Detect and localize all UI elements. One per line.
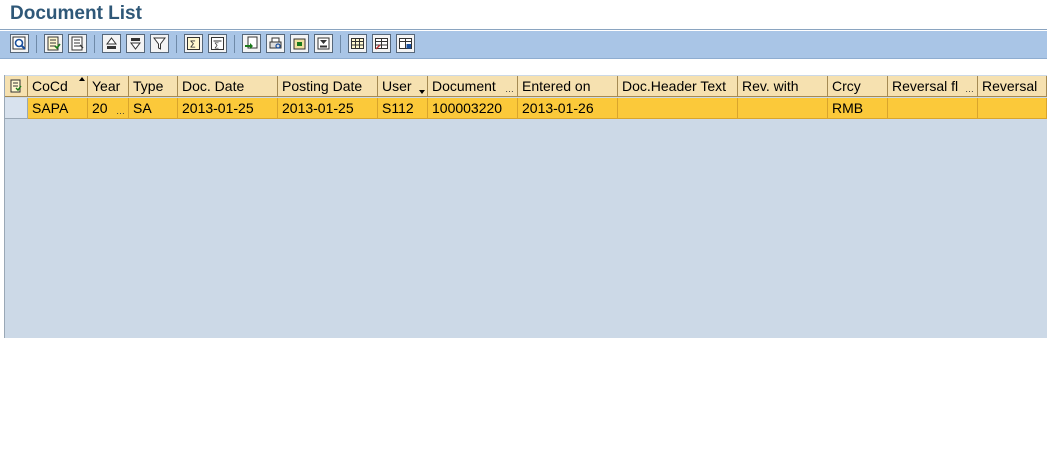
column-header-doc-date[interactable]: Doc. Date [178, 76, 278, 97]
column-header-user[interactable]: User [378, 76, 428, 97]
filter-icon [153, 37, 166, 50]
magnifier-detail-icon [12, 36, 26, 50]
column-header-label: User [382, 78, 412, 94]
table-cell[interactable] [888, 98, 978, 119]
filter-button[interactable] [150, 34, 169, 53]
application-toolbar: Σ Σ [0, 31, 1047, 59]
column-header-cocd[interactable]: CoCd [28, 76, 88, 97]
select-layout-icon [375, 38, 388, 50]
toolbar-separator [36, 35, 37, 53]
column-header-label: Doc. Date [182, 78, 245, 94]
column-header-label: Type [133, 78, 164, 94]
sort-descending-icon [130, 38, 141, 50]
column-header-doc-header-text[interactable]: Doc.Header Text [618, 76, 738, 97]
subtotal-button[interactable]: Σ [208, 34, 227, 53]
column-header-rev-with[interactable]: Rev. with [738, 76, 828, 97]
toolbar-separator [94, 35, 95, 53]
select-all-rows-icon [10, 79, 22, 93]
svg-text:Σ: Σ [190, 40, 196, 51]
table-cell[interactable]: SAPA [28, 98, 88, 119]
sort-ascending-button[interactable] [102, 34, 121, 53]
column-header-label: Crcy [832, 78, 861, 94]
deselect-all-button[interactable] [68, 34, 87, 53]
column-header-year[interactable]: Year [88, 76, 129, 97]
svg-text:Σ: Σ [214, 42, 219, 51]
table-cell[interactable]: 100003220 [428, 98, 518, 119]
table-cell[interactable]: 2013-01-25 [278, 98, 378, 119]
column-header-label: Year [92, 78, 121, 94]
table-cell[interactable]: RMB [828, 98, 888, 119]
select-layout-button[interactable] [372, 34, 391, 53]
toolbar-separator [176, 35, 177, 53]
export-button[interactable] [242, 34, 261, 53]
column-header-label: Reversal [982, 78, 1038, 94]
save-layout-icon [399, 38, 412, 49]
sort-ascending-icon [106, 37, 117, 49]
local-file-icon [293, 38, 306, 50]
column-header-reversal[interactable]: Reversal [978, 76, 1047, 97]
table-cell[interactable] [978, 98, 1047, 119]
total-button[interactable]: Σ [184, 34, 203, 53]
page-title: Document List [10, 3, 142, 24]
toolbar-separator [234, 35, 235, 53]
abc-analysis-icon [317, 37, 330, 50]
column-header-reversal-flag[interactable]: Reversal fl … [888, 76, 978, 97]
sort-descending-indicator-icon [419, 90, 425, 94]
select-all-rows-button[interactable] [5, 76, 28, 97]
column-header-label: Reversal fl [892, 78, 959, 94]
abc-analysis-button[interactable] [314, 34, 333, 53]
export-icon [245, 36, 258, 49]
column-header-document[interactable]: Document … [428, 76, 518, 97]
truncation-indicator: … [965, 84, 974, 94]
column-header-entered-on[interactable]: Entered on [518, 76, 618, 97]
column-header-posting-date[interactable]: Posting Date [278, 76, 378, 97]
column-header-label: Posting Date [282, 78, 363, 94]
title-bar: Document List [0, 0, 1047, 30]
table-cell[interactable]: 2013-01-25 [178, 98, 278, 119]
sort-descending-button[interactable] [126, 34, 145, 53]
cell-value: 20 [92, 100, 108, 116]
table-cell[interactable]: S112 [378, 98, 428, 119]
total-icon: Σ [187, 37, 200, 51]
row-selector-button[interactable] [5, 98, 28, 119]
toolbar-separator [340, 35, 341, 53]
save-layout-button[interactable] [396, 34, 415, 53]
table-cell[interactable]: 20 … [88, 98, 129, 119]
sort-ascending-indicator-icon [79, 77, 85, 81]
change-layout-button[interactable] [348, 34, 367, 53]
select-all-button[interactable] [44, 34, 63, 53]
subtotal-icon: Σ [211, 37, 224, 51]
table-cell[interactable] [618, 98, 738, 119]
deselect-all-icon [71, 36, 84, 51]
truncation-indicator: … [116, 106, 125, 116]
column-header-crcy[interactable]: Crcy [828, 76, 888, 97]
column-header-label: Document [432, 78, 496, 94]
table-cell[interactable]: SA [129, 98, 178, 119]
print-preview-button[interactable] [266, 34, 285, 53]
column-header-label: Rev. with [742, 78, 799, 94]
column-header-label: Entered on [522, 78, 591, 94]
local-file-button[interactable] [290, 34, 309, 53]
column-header-label: Doc.Header Text [622, 78, 727, 94]
table-cell[interactable]: 2013-01-26 [518, 98, 618, 119]
change-layout-icon [351, 38, 364, 49]
details-button[interactable] [10, 34, 29, 53]
column-header-type[interactable]: Type [129, 76, 178, 97]
print-preview-icon [269, 37, 282, 49]
truncation-indicator: … [505, 84, 514, 94]
select-all-icon [47, 36, 61, 51]
table-cell[interactable] [738, 98, 828, 119]
column-header-label: CoCd [32, 78, 68, 94]
